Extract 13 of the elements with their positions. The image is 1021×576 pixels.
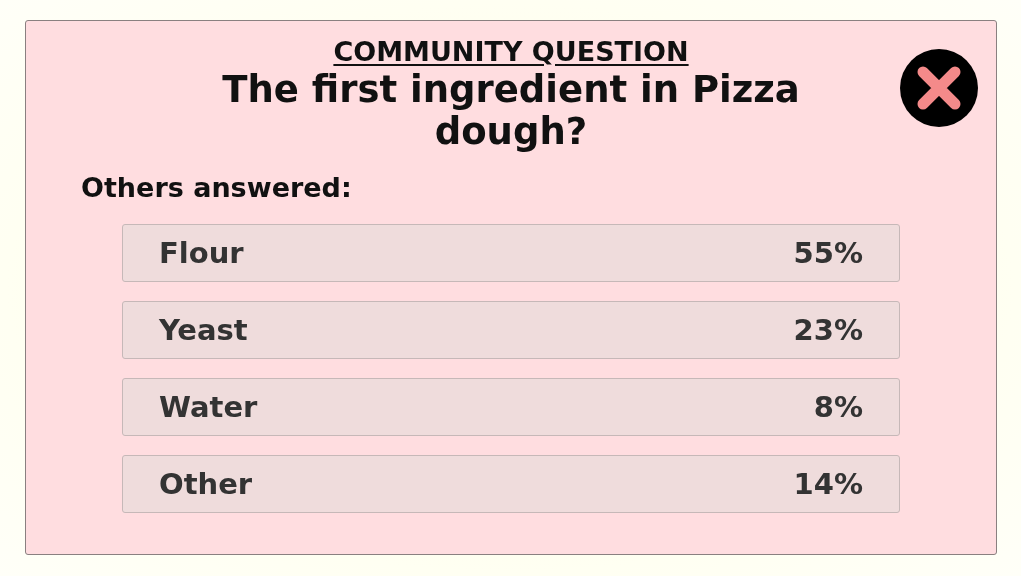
answers-label: Others answered: (81, 171, 352, 205)
close-button[interactable] (900, 49, 978, 127)
answer-label: Water (159, 390, 258, 424)
answer-share: 8% (813, 390, 863, 424)
answer-label: Yeast (159, 313, 248, 347)
close-icon (900, 49, 978, 127)
answer-share: 23% (793, 313, 863, 347)
answer-share: 55% (793, 236, 863, 270)
answer-label: Flour (159, 236, 244, 270)
question-text: The first ingredient in Pizza dough? (221, 69, 801, 153)
dialog-heading: COMMUNITY QUESTION (333, 35, 689, 69)
answer-label: Other (159, 467, 253, 501)
answer-share: 14% (793, 467, 863, 501)
